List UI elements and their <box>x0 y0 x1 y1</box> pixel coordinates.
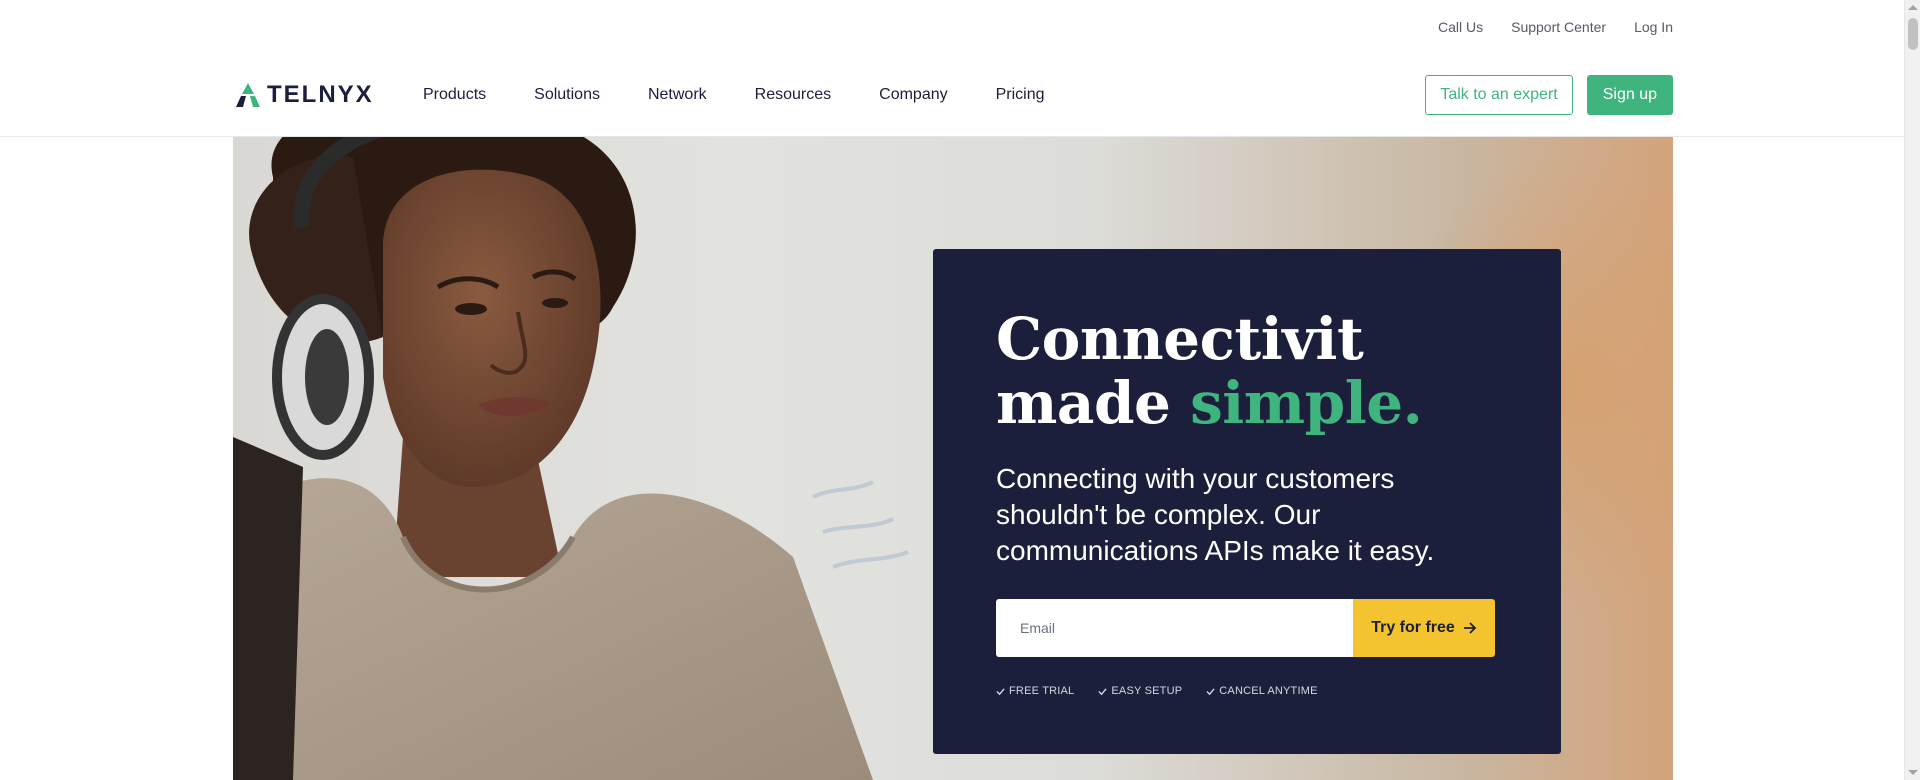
perk-cancel-anytime: CANCEL ANYTIME <box>1206 685 1317 697</box>
primary-nav: Products Solutions Network Resources Com… <box>423 86 1045 104</box>
support-center-link[interactable]: Support Center <box>1511 19 1606 35</box>
perks-list: FREE TRIAL EASY SETUP CANCEL ANYTIME <box>996 685 1318 697</box>
try-for-free-button[interactable]: Try for free <box>1353 599 1495 657</box>
headline-accent: simple. <box>1190 369 1423 437</box>
perk-label: CANCEL ANYTIME <box>1219 685 1318 697</box>
utility-links: Call Us Support Center Log In <box>1438 19 1673 35</box>
headline-line-2-plain: made <box>996 369 1171 437</box>
checkmark-icon <box>996 687 1005 695</box>
try-for-free-label: Try for free <box>1371 619 1455 636</box>
sign-up-button[interactable]: Sign up <box>1586 75 1673 115</box>
main-navbar: TELNYX Products Solutions Network Resour… <box>0 56 1904 137</box>
headline-line-1: Connectivit <box>996 305 1364 373</box>
perk-free-trial: FREE TRIAL <box>996 685 1074 697</box>
arrow-right-icon <box>1463 622 1477 634</box>
log-in-link[interactable]: Log In <box>1634 19 1673 35</box>
telnyx-logo[interactable]: TELNYX <box>233 81 374 109</box>
nav-actions: Talk to an expert Sign up <box>1425 75 1673 115</box>
perk-label: EASY SETUP <box>1111 685 1183 697</box>
telnyx-triangle-logo-icon <box>236 83 260 107</box>
hero-section: Connectivit made simple. Connecting with… <box>233 137 1673 780</box>
hero-signup-card: Connectivit made simple. Connecting with… <box>933 249 1561 754</box>
talk-to-expert-button[interactable]: Talk to an expert <box>1425 75 1573 115</box>
scroll-down-arrow-icon[interactable] <box>1908 770 1918 775</box>
hero-subtext: Connecting with your customers shouldn't… <box>996 463 1435 566</box>
logo-wordmark: TELNYX <box>267 81 374 108</box>
checkmark-icon <box>1098 687 1107 695</box>
perk-easy-setup: EASY SETUP <box>1098 685 1182 697</box>
page-scrollbar[interactable] <box>1904 0 1920 780</box>
utility-bar: Call Us Support Center Log In <box>0 0 1904 56</box>
hero-headline: Connectivit made simple. <box>996 305 1423 437</box>
scrollbar-thumb[interactable] <box>1908 18 1918 50</box>
nav-item-resources[interactable]: Resources <box>755 86 831 104</box>
perk-label: FREE TRIAL <box>1009 685 1075 697</box>
nav-item-pricing[interactable]: Pricing <box>996 86 1045 104</box>
scroll-up-arrow-icon[interactable] <box>1908 5 1918 10</box>
checkmark-icon <box>1206 687 1215 695</box>
email-signup-form: Try for free <box>996 599 1495 657</box>
nav-item-network[interactable]: Network <box>648 86 707 104</box>
call-us-link[interactable]: Call Us <box>1438 19 1483 35</box>
hero-person-with-headphones-image <box>233 137 909 780</box>
nav-item-company[interactable]: Company <box>879 86 947 104</box>
nav-item-solutions[interactable]: Solutions <box>534 86 600 104</box>
nav-item-products[interactable]: Products <box>423 86 486 104</box>
email-input[interactable] <box>996 599 1353 657</box>
